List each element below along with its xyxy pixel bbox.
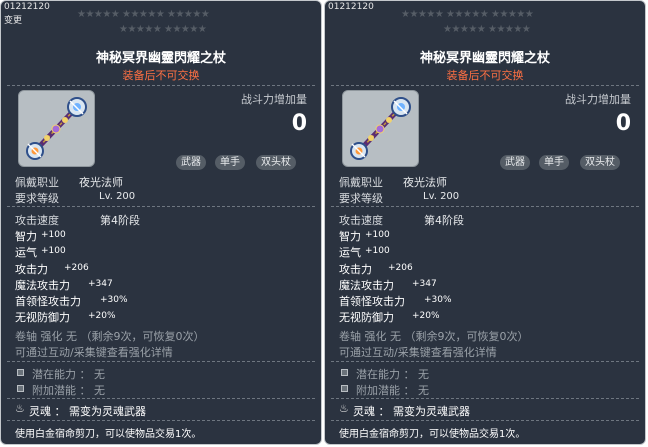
tag-shining-rod: 双头杖 [256,155,296,170]
potential-square-icon [17,385,24,392]
potential-square-icon [17,369,24,376]
change-label: 变更 [4,16,23,26]
star-force-row-2: ★★★★★ ★★★★★ [119,24,207,35]
divider [331,361,639,362]
tag-weapon: 武器 [176,155,206,170]
scroll-status: 卷轴 强化 无 （剩余9次，可恢复0次） [339,330,529,343]
stat-ignore-defense-value: +20% [412,311,440,321]
stat-magic-attack-label: 魔法攻击力 [15,279,70,292]
scissors-hint: 使用白金宿命剪刀，可以使物品交易1次。 [15,429,202,440]
scroll-status: 卷轴 强化 无 （剩余9次，可恢复0次） [15,330,205,343]
stat-ignore-defense-label: 无视防御力 [339,311,394,324]
stat-boss-damage-value: +30% [100,295,128,305]
tag-shining-rod: 双头杖 [580,155,620,170]
enhance-hint: 可通过互动/采集键查看强化详情 [339,346,497,359]
attack-speed-value: 第4阶段 [424,214,464,227]
ornate-double-headed-staff-icon [26,97,87,160]
power-increase-label: 战斗力增加量 [241,93,307,106]
stat-attack-label: 攻击力 [15,263,48,276]
star-force-row-1: ★★★★★ ★★★★★ ★★★★★ [401,9,534,20]
divider [7,398,315,399]
potential-status: 潜在能力 ： 无 [32,368,105,381]
stat-magic-attack-value: +347 [412,279,437,289]
tag-one-handed: 单手 [215,155,245,170]
divider [7,85,315,86]
job-label: 佩戴职业 [15,176,59,189]
job-value: 夜光法师 [79,176,123,189]
power-increase-value: 0 [615,111,631,136]
soul-flame-icon: ♨ [15,402,25,415]
divider [331,85,639,86]
stat-int-label: 智力 [15,230,37,243]
item-id: 01212120 [328,2,374,12]
stat-boss-damage-label: 首领怪攻击力 [15,295,81,308]
item-tooltip-left: 01212120 变更 ★★★★★ ★★★★★ ★★★★★ ★★★★★ ★★★★… [0,0,322,445]
item-tooltip-right: 01212120 ★★★★★ ★★★★★ ★★★★★ ★★★★★ ★★★★★ 神… [324,0,646,445]
item-title: 神秘冥界幽靈閃耀之杖 [419,51,550,66]
power-increase-label: 战斗力增加量 [565,93,631,106]
attack-speed-label: 攻击速度 [15,214,59,227]
job-value: 夜光法师 [403,176,447,189]
enhance-hint: 可通过互动/采集键查看强化详情 [15,346,173,359]
stat-attack-value: +206 [388,263,413,273]
stat-ignore-defense-label: 无视防御力 [15,311,70,324]
star-force-row-2: ★★★★★ ★★★★★ [443,24,531,35]
soul-status: 灵魂 ： 需变为灵魂武器 [29,405,146,418]
divider [7,420,315,421]
potential-square-icon [341,385,348,392]
level-value: Lv. 200 [423,191,460,202]
scissors-hint: 使用白金宿命剪刀，可以使物品交易1次。 [339,429,526,440]
soul-status: 灵魂 ： 需变为灵魂武器 [353,405,470,418]
divider [7,206,315,207]
tag-weapon: 武器 [500,155,530,170]
potential-status: 潜在能力 ： 无 [356,368,429,381]
soul-flame-icon: ♨ [339,402,349,415]
level-label: 要求等级 [339,192,383,205]
item-icon-frame [18,90,95,167]
divider [331,398,639,399]
stat-attack-value: +206 [64,263,89,273]
level-value: Lv. 200 [99,191,136,202]
star-force-row-1: ★★★★★ ★★★★★ ★★★★★ [77,9,210,20]
stat-luk-label: 运气 [339,246,361,259]
power-increase-value: 0 [291,111,307,136]
tag-one-handed: 单手 [539,155,569,170]
divider [7,361,315,362]
stat-int-value: +100 [365,230,390,240]
stat-boss-damage-value: +30% [424,295,452,305]
level-label: 要求等级 [15,192,59,205]
stat-boss-damage-label: 首领怪攻击力 [339,295,405,308]
stat-luk-value: +100 [41,246,66,256]
item-title: 神秘冥界幽靈閃耀之杖 [95,51,226,66]
stat-luk-label: 运气 [15,246,37,259]
item-id: 01212120 [4,2,50,12]
trade-warning: 装备后不可交换 [446,69,524,82]
attack-speed-value: 第4阶段 [100,214,140,227]
stat-int-label: 智力 [339,230,361,243]
stat-int-value: +100 [41,230,66,240]
divider [331,420,639,421]
divider [331,206,639,207]
attack-speed-label: 攻击速度 [339,214,383,227]
additional-potential-status: 附加潜能 ： 无 [356,384,429,397]
stat-magic-attack-label: 魔法攻击力 [339,279,394,292]
trade-warning: 装备后不可交换 [122,69,200,82]
stat-attack-label: 攻击力 [339,263,372,276]
additional-potential-status: 附加潜能 ： 无 [32,384,105,397]
stat-luk-value: +100 [365,246,390,256]
ornate-double-headed-staff-icon [350,97,411,160]
item-icon-frame [342,90,419,167]
job-label: 佩戴职业 [339,176,383,189]
stat-magic-attack-value: +347 [88,279,113,289]
potential-square-icon [341,369,348,376]
stat-ignore-defense-value: +20% [88,311,116,321]
